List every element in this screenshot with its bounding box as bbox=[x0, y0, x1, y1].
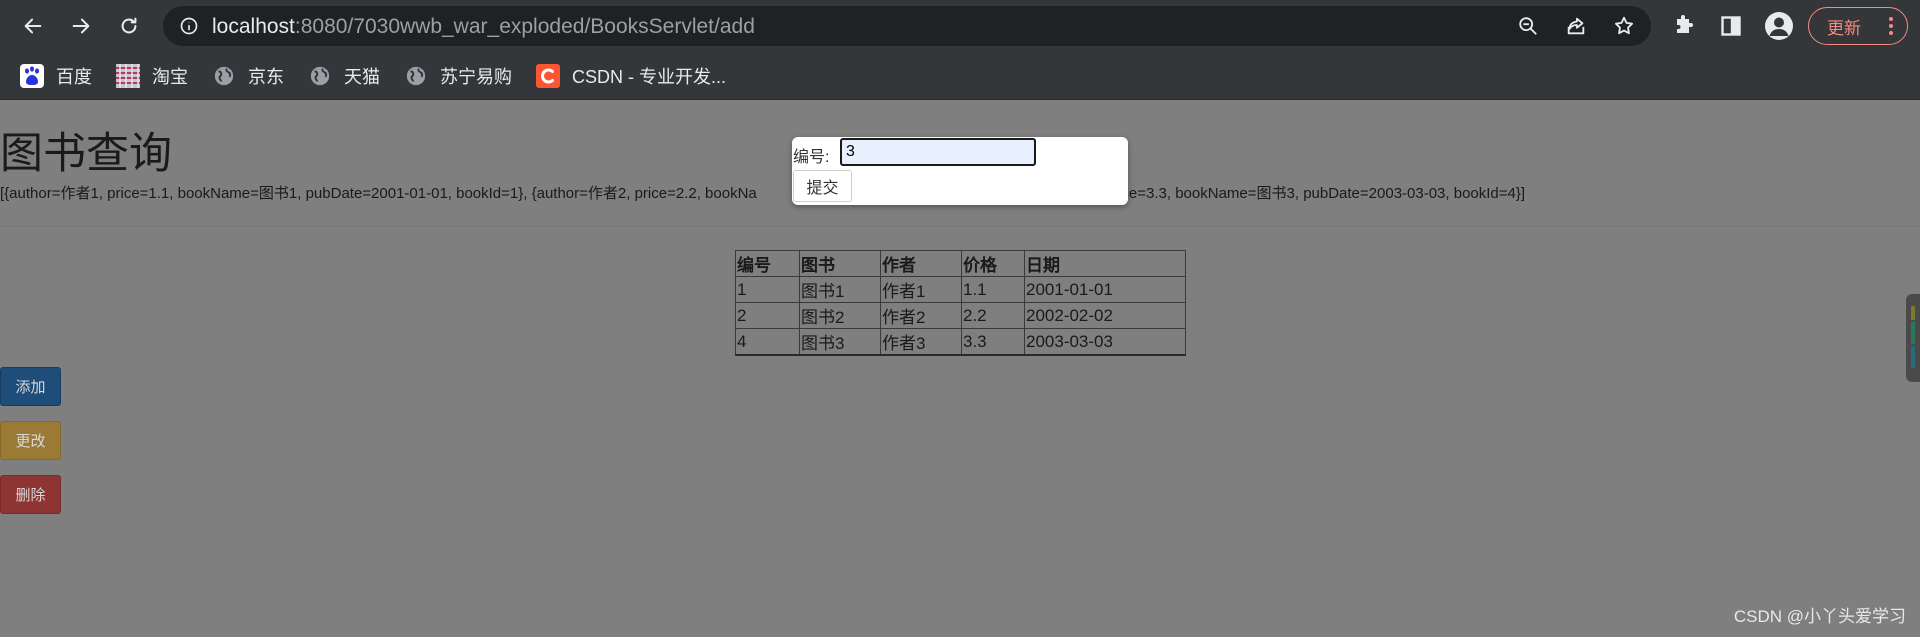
cell-id: 4 bbox=[735, 328, 800, 356]
cell-date: 2003-03-03 bbox=[1024, 328, 1186, 356]
cell-book: 图书1 bbox=[799, 276, 881, 303]
delete-button[interactable]: 删除 bbox=[0, 475, 61, 514]
taobao-icon bbox=[116, 64, 140, 88]
info-icon[interactable] bbox=[179, 16, 199, 36]
column-header-author: 作者 bbox=[880, 250, 962, 277]
page-title: 图书查询 bbox=[0, 130, 172, 178]
address-bar[interactable]: localhost:8080/7030wwb_war_exploded/Book… bbox=[163, 6, 1651, 46]
cell-author: 作者1 bbox=[880, 276, 962, 303]
id-label: 编号: bbox=[793, 149, 830, 166]
submit-button[interactable]: 提交 bbox=[793, 170, 852, 202]
handle-bar bbox=[1911, 346, 1915, 368]
cell-date: 2001-01-01 bbox=[1024, 276, 1186, 303]
bookmark-baidu[interactable]: 百度 bbox=[20, 62, 92, 90]
divider bbox=[0, 226, 1920, 227]
update-label: 更新 bbox=[1827, 18, 1861, 38]
handle-bar bbox=[1911, 322, 1915, 344]
cell-author: 作者3 bbox=[880, 328, 962, 356]
extensions-button[interactable] bbox=[1671, 13, 1697, 39]
zoom-icon[interactable] bbox=[1517, 15, 1539, 37]
baidu-icon bbox=[20, 64, 44, 88]
bookmark-tmall[interactable]: 天猫 bbox=[308, 62, 380, 90]
csdn-icon bbox=[536, 64, 560, 88]
bookmark-csdn[interactable]: CSDN - 专业开发... bbox=[536, 62, 726, 90]
arrow-right-icon bbox=[72, 18, 90, 34]
side-panel-icon bbox=[1721, 16, 1741, 36]
bookmark-label: 百度 bbox=[56, 67, 92, 87]
browser-toolbar: localhost:8080/7030wwb_war_exploded/Book… bbox=[0, 0, 1920, 52]
bookmark-taobao[interactable]: 淘宝 bbox=[116, 62, 188, 90]
cell-price: 1.1 bbox=[961, 276, 1025, 303]
bookmark-suning[interactable]: 苏宁易购 bbox=[404, 62, 512, 90]
raw-book-list: [{author=作者1, price=1.1, bookName=图书1, p… bbox=[0, 185, 1526, 202]
cell-id: 1 bbox=[735, 276, 800, 303]
bookmarks-bar: 百度 淘宝 京东 天猫 苏宁易购 CSDN - 专业开发... bbox=[0, 52, 1920, 100]
table-row: 1 图书1 作者1 1.1 2001-01-01 bbox=[735, 276, 1186, 303]
reload-button[interactable] bbox=[113, 10, 145, 42]
share-icon[interactable] bbox=[1565, 15, 1587, 37]
side-panel-button[interactable] bbox=[1718, 13, 1744, 39]
globe-icon bbox=[404, 64, 428, 88]
cell-book: 图书2 bbox=[799, 302, 881, 329]
bookmark-jd[interactable]: 京东 bbox=[212, 62, 284, 90]
url-text[interactable]: localhost:8080/7030wwb_war_exploded/Book… bbox=[212, 15, 755, 39]
url-path: :8080/7030wwb_war_exploded/BooksServlet/… bbox=[294, 15, 755, 38]
update-button[interactable]: 更新 bbox=[1808, 7, 1908, 45]
handle-bar bbox=[1911, 306, 1915, 320]
url-host: localhost bbox=[212, 15, 295, 38]
cell-id: 2 bbox=[735, 302, 800, 329]
forward-button[interactable] bbox=[65, 10, 97, 42]
watermark: CSDN @小丫头爱学习 bbox=[1733, 607, 1906, 626]
arrow-left-icon bbox=[24, 18, 42, 34]
cell-price: 3.3 bbox=[961, 328, 1025, 356]
books-table: 编号 图书 作者 价格 日期 1 图书1 作者1 1.1 2001-01-01 … bbox=[735, 250, 1186, 356]
table-row: 2 图书2 作者2 2.2 2002-02-02 bbox=[735, 302, 1186, 329]
cell-price: 2.2 bbox=[961, 302, 1025, 329]
column-header-price: 价格 bbox=[961, 250, 1025, 277]
column-header-id: 编号 bbox=[735, 250, 800, 277]
back-button[interactable] bbox=[17, 10, 49, 42]
edit-button[interactable]: 更改 bbox=[0, 421, 61, 460]
column-header-date: 日期 bbox=[1024, 250, 1186, 277]
side-widget-handle[interactable] bbox=[1906, 294, 1920, 382]
bookmark-label: 苏宁易购 bbox=[440, 67, 512, 87]
bookmark-label: CSDN - 专业开发... bbox=[572, 67, 727, 87]
bookmark-label: 京东 bbox=[248, 67, 284, 87]
id-input-dialog: 编号: 提交 bbox=[792, 137, 1128, 205]
bookmark-label: 淘宝 bbox=[152, 67, 188, 87]
cell-book: 图书3 bbox=[799, 328, 881, 356]
column-header-book: 图书 bbox=[799, 250, 881, 277]
globe-icon bbox=[308, 64, 332, 88]
reload-icon bbox=[121, 17, 137, 34]
globe-icon bbox=[212, 64, 236, 88]
person-icon bbox=[1769, 17, 1789, 36]
bookmark-star-icon[interactable] bbox=[1613, 15, 1635, 37]
add-button[interactable]: 添加 bbox=[0, 367, 61, 406]
puzzle-icon bbox=[1677, 15, 1693, 33]
id-input[interactable] bbox=[840, 138, 1036, 166]
profile-avatar[interactable] bbox=[1765, 12, 1793, 40]
table-row: 4 图书3 作者3 3.3 2003-03-03 bbox=[735, 328, 1186, 356]
table-header-row: 编号 图书 作者 价格 日期 bbox=[735, 250, 1186, 277]
bookmark-label: 天猫 bbox=[344, 67, 380, 87]
more-vert-icon bbox=[1889, 17, 1893, 35]
cell-date: 2002-02-02 bbox=[1024, 302, 1186, 329]
cell-author: 作者2 bbox=[880, 302, 962, 329]
